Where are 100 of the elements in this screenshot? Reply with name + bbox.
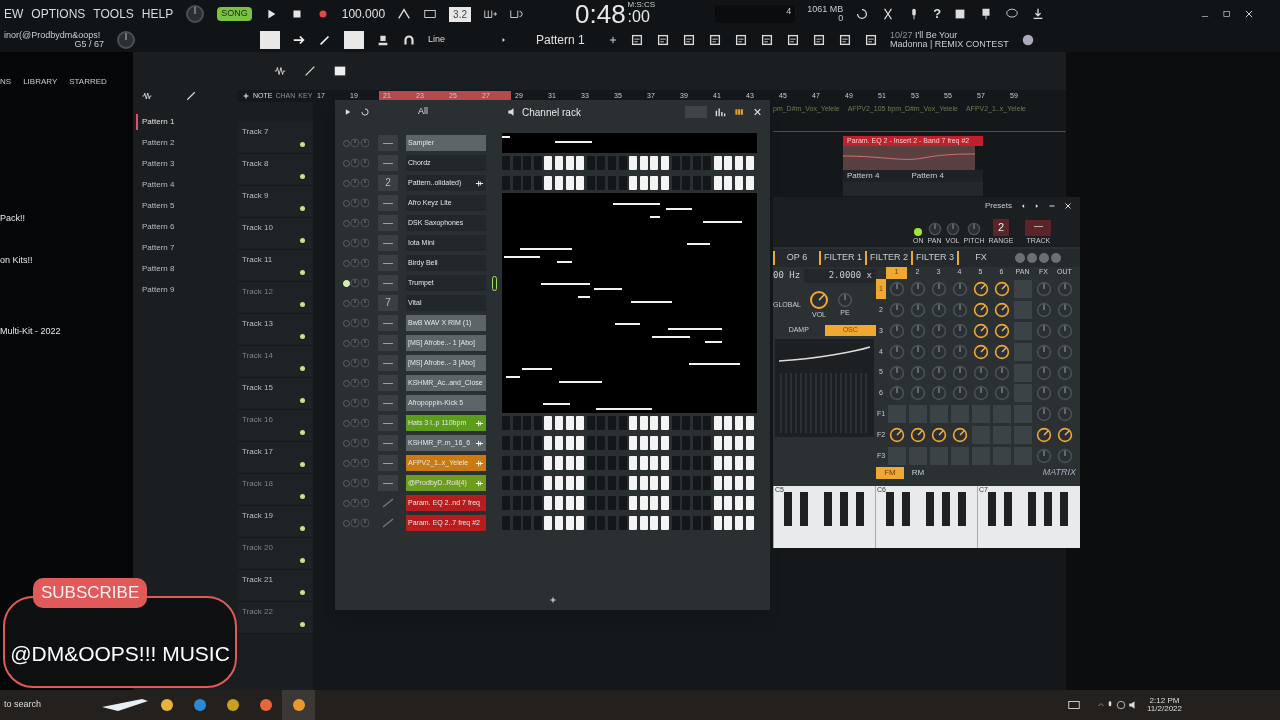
step-button[interactable] <box>713 456 722 470</box>
pattern-item[interactable]: Pattern 5 <box>136 198 238 214</box>
track-led[interactable] <box>300 174 305 179</box>
track-led[interactable] <box>300 494 305 499</box>
step-button[interactable] <box>735 496 744 510</box>
step-button[interactable] <box>554 436 563 450</box>
pattern-item[interactable]: Pattern 2 <box>136 135 238 151</box>
volume-knob[interactable] <box>360 398 370 408</box>
operator-tab[interactable]: OP 6 <box>773 251 819 265</box>
mixer-track-field[interactable]: — <box>378 335 398 351</box>
step-button[interactable] <box>650 176 659 190</box>
volume-knob[interactable] <box>360 318 370 328</box>
step-button[interactable] <box>639 496 648 510</box>
pan-knob[interactable] <box>350 218 360 228</box>
volume-knob[interactable] <box>360 278 370 288</box>
news-icon[interactable] <box>1067 698 1081 712</box>
arrow-icon[interactable] <box>292 33 306 47</box>
step-button[interactable] <box>735 476 744 490</box>
synthesis-tab[interactable]: FM <box>876 467 904 480</box>
menu-item[interactable]: TOOLS <box>93 5 134 23</box>
step-button[interactable] <box>660 176 669 190</box>
mixer-track-field[interactable]: 7 <box>378 295 398 311</box>
volume-knob[interactable] <box>360 238 370 248</box>
pattern-item[interactable]: Pattern 4 <box>136 177 238 193</box>
pan-knob[interactable] <box>350 478 360 488</box>
globe-icon[interactable] <box>1020 33 1035 47</box>
mixer-track-field[interactable]: — <box>378 395 398 411</box>
step-button[interactable] <box>639 516 648 530</box>
menu-item[interactable]: HELP <box>141 5 174 23</box>
step-button[interactable] <box>554 456 563 470</box>
pan-knob[interactable] <box>350 438 360 448</box>
step-button[interactable] <box>724 456 733 470</box>
pattern-selector[interactable]: Pattern 1 <box>536 31 596 49</box>
step-button[interactable] <box>576 496 585 510</box>
mixer-track-field[interactable]: — <box>378 275 398 291</box>
step-button[interactable] <box>544 496 553 510</box>
modulation-knob[interactable] <box>1056 426 1073 443</box>
mixer-track-field[interactable]: — <box>378 375 398 391</box>
browser-item[interactable]: on Kits!! <box>0 253 133 267</box>
step-button[interactable] <box>565 496 574 510</box>
pattern-item[interactable]: Pattern 8 <box>136 261 238 277</box>
pan-knob[interactable] <box>350 498 360 508</box>
track-led[interactable] <box>300 142 305 147</box>
track-led[interactable] <box>300 270 305 275</box>
step-button[interactable] <box>745 476 754 490</box>
modulation-knob[interactable] <box>930 426 947 443</box>
pan-knob[interactable] <box>350 238 360 248</box>
step-button[interactable] <box>713 156 722 170</box>
operator-tab[interactable]: FILTER 1 <box>819 251 865 265</box>
step-button[interactable] <box>713 516 722 530</box>
step-button[interactable] <box>745 516 754 530</box>
step-button[interactable] <box>713 416 722 430</box>
range-field[interactable]: 2 <box>992 219 1009 236</box>
knob[interactable] <box>809 289 829 310</box>
step-button[interactable] <box>629 176 638 190</box>
mixer-track-field[interactable]: — <box>378 315 398 331</box>
volume-knob[interactable] <box>360 158 370 168</box>
step-button[interactable] <box>544 156 553 170</box>
stamp-icon[interactable] <box>376 33 390 47</box>
pan-knob[interactable] <box>350 378 360 388</box>
pan-knob[interactable] <box>350 138 360 148</box>
step-button[interactable] <box>735 156 744 170</box>
step-button[interactable] <box>745 416 754 430</box>
step-button[interactable] <box>735 436 744 450</box>
volume-knob[interactable] <box>360 378 370 388</box>
modulation-knob[interactable] <box>993 343 1010 360</box>
step-button[interactable] <box>724 156 733 170</box>
track-led[interactable] <box>300 622 305 627</box>
track-led[interactable] <box>300 590 305 595</box>
pan-knob[interactable] <box>350 198 360 208</box>
pattern-item[interactable]: Pattern 7 <box>136 240 238 256</box>
mixer-track-field[interactable]: — <box>378 475 398 491</box>
power-led[interactable] <box>914 227 923 236</box>
step-button[interactable] <box>576 416 585 430</box>
operator-tab[interactable]: FX <box>957 251 1003 265</box>
channel-filter[interactable]: All <box>418 105 478 119</box>
track-led[interactable] <box>300 302 305 307</box>
automation-icon[interactable] <box>303 64 317 78</box>
step-button[interactable] <box>735 516 744 530</box>
step-button[interactable] <box>639 456 648 470</box>
step-button[interactable] <box>724 436 733 450</box>
menu-item[interactable]: EW <box>4 5 24 23</box>
step-button[interactable] <box>576 156 585 170</box>
mixer-track-field[interactable]: — <box>378 215 398 231</box>
volume-knob[interactable] <box>360 458 370 468</box>
volume-knob[interactable] <box>360 198 370 208</box>
volume-knob[interactable] <box>360 178 370 188</box>
step-button[interactable] <box>724 416 733 430</box>
help-button[interactable]: ? <box>933 4 942 24</box>
chat-icon[interactable] <box>1005 7 1020 21</box>
volume-knob[interactable] <box>360 258 370 268</box>
step-button[interactable] <box>745 456 754 470</box>
modulation-knob[interactable] <box>951 426 968 443</box>
step-button[interactable] <box>629 516 638 530</box>
step-button[interactable] <box>554 176 563 190</box>
step-button[interactable] <box>544 176 553 190</box>
step-button[interactable] <box>713 496 722 510</box>
network-icon[interactable] <box>1115 698 1127 712</box>
step-button[interactable] <box>544 456 553 470</box>
undo-icon[interactable] <box>360 105 370 119</box>
